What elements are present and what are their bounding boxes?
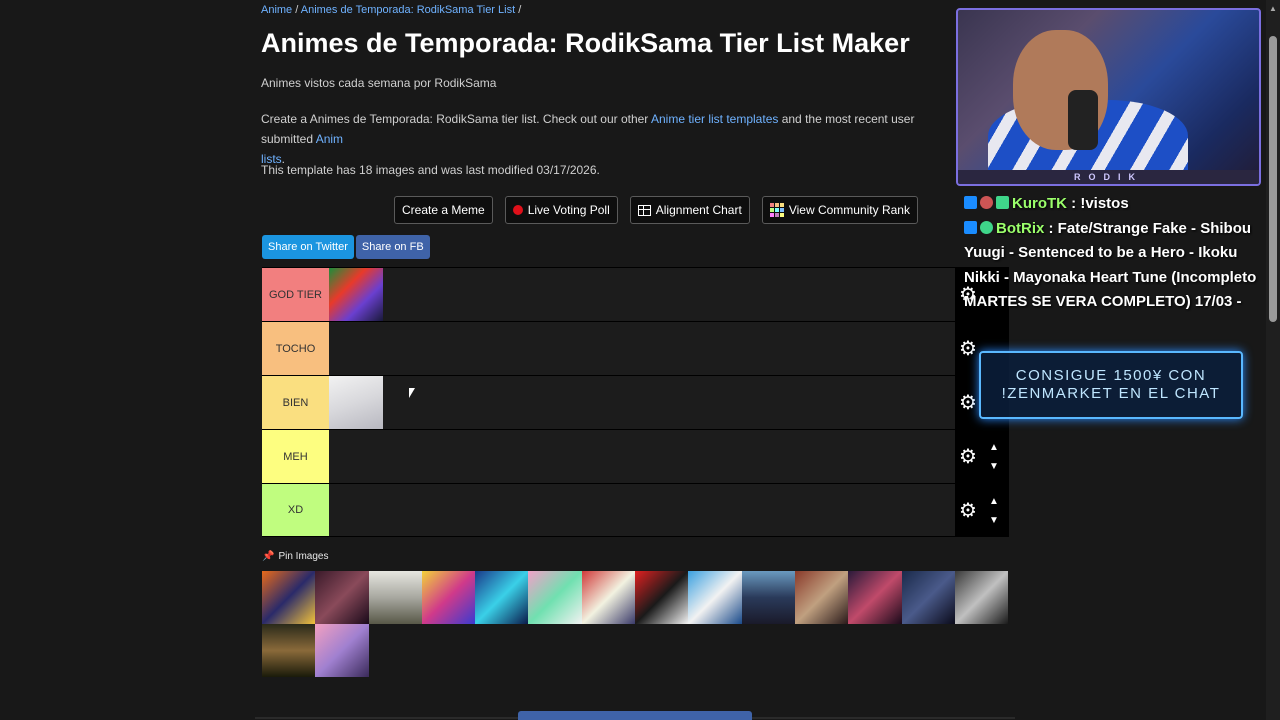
tier-items[interactable] [329, 430, 955, 483]
chevron-up-icon[interactable]: ▲ [989, 442, 999, 453]
footer-button[interactable] [518, 711, 752, 720]
pin-images-toggle[interactable]: 📌 Pin Images [262, 551, 328, 562]
tier-label[interactable]: BIEN [262, 376, 329, 429]
color-grid-icon [769, 203, 784, 217]
anime-thumbnail[interactable] [688, 571, 742, 624]
promo-banner: CONSIGUE 1500¥ CON !ZENMARKET EN EL CHAT [979, 351, 1243, 419]
scroll-thumb[interactable] [1269, 36, 1277, 322]
verified-icon [980, 220, 993, 234]
breadcrumb: Anime / Animes de Temporada: RodikSama T… [261, 4, 521, 16]
tier-items[interactable] [329, 376, 955, 429]
streamer-webcam: RODIK [956, 8, 1261, 186]
live-voting-poll-button[interactable]: Live Voting Poll [504, 196, 618, 224]
gear-icon[interactable]: ⚙ [959, 447, 979, 467]
chevron-down-icon[interactable]: ▼ [989, 515, 999, 526]
alignment-chart-button[interactable]: Alignment Chart [629, 196, 750, 224]
chevron-down-icon[interactable]: ▼ [989, 461, 999, 472]
badge-icon [996, 196, 1009, 209]
breadcrumb-separator: / [292, 4, 301, 16]
tier-label[interactable]: GOD TIER [262, 268, 329, 321]
chat-message: BotRix : Fate/Strange Fake - Shibou Yuug… [964, 217, 1264, 315]
grid-icon [637, 204, 651, 216]
tier-controls: ⚙ ▲ ▼ [955, 484, 1009, 536]
gear-icon[interactable]: ⚙ [959, 339, 979, 359]
create-meme-label: Create a Meme [402, 203, 485, 217]
action-row: Create a Meme Live Voting Poll Alignment… [394, 196, 918, 224]
tier-row: MEH ⚙ ▲ ▼ [262, 429, 1009, 483]
tier-table: GOD TIER ⚙ TOCHO ⚙ BIEN ⚙ MEH ⚙ ▲ ▼ XD ⚙… [262, 267, 1009, 537]
tier-items[interactable] [329, 322, 955, 375]
anime-thumbnail[interactable] [901, 571, 955, 624]
template-meta: This template has 18 images and was last… [261, 163, 600, 177]
anime-thumbnail[interactable] [954, 571, 1009, 624]
tier-row: GOD TIER ⚙ [262, 267, 1009, 321]
view-community-rank-button[interactable]: View Community Rank [761, 196, 918, 224]
tier-items[interactable] [329, 268, 955, 321]
promo-line: !ZENMARKET EN EL CHAT [1001, 385, 1221, 402]
tier-label[interactable]: XD [262, 484, 329, 536]
page-scrollbar[interactable]: ▲ [1266, 0, 1280, 720]
microphone-icon [1068, 90, 1098, 150]
anime-thumbnail[interactable] [329, 268, 383, 321]
mouse-cursor-icon [409, 388, 415, 398]
tier-row: TOCHO ⚙ [262, 321, 1009, 375]
desc-text: Create a Animes de Temporada: RodikSama … [261, 112, 651, 126]
badge-icon [964, 196, 977, 209]
page-description: Create a Animes de Temporada: RodikSama … [261, 109, 961, 169]
breadcrumb-anime-link[interactable]: Anime [261, 4, 292, 16]
chevron-up-icon[interactable]: ▲ [989, 496, 999, 507]
anime-thumbnail[interactable] [262, 571, 316, 624]
scroll-up-icon[interactable]: ▲ [1269, 4, 1277, 13]
breadcrumb-template-link[interactable]: Animes de Temporada: RodikSama Tier List [301, 4, 515, 16]
alignment-label: Alignment Chart [655, 203, 742, 217]
live-poll-label: Live Voting Poll [527, 203, 610, 217]
anime-templates-link[interactable]: Anime tier list templates [651, 112, 778, 126]
tier-label[interactable]: TOCHO [262, 322, 329, 375]
promo-line: CONSIGUE 1500¥ CON [1015, 367, 1207, 384]
anime-thumbnail[interactable] [528, 571, 582, 624]
tier-items[interactable] [329, 484, 955, 536]
anime-thumbnail[interactable] [635, 571, 689, 624]
anime-thumbnail[interactable] [794, 571, 849, 624]
chat-text: : !vistos [1067, 195, 1129, 212]
page-subtitle: Animes vistos cada semana por RodikSama [261, 76, 497, 90]
badge-icon [964, 220, 977, 234]
page-title: Animes de Temporada: RodikSama Tier List… [261, 28, 910, 58]
tier-label[interactable]: MEH [262, 430, 329, 483]
anime-thumbnail[interactable] [421, 571, 476, 624]
tier-row: XD ⚙ ▲ ▼ [262, 483, 1009, 537]
anime-thumbnail[interactable] [262, 624, 316, 677]
tier-controls: ⚙ ▲ ▼ [955, 430, 1009, 483]
live-dot-icon [512, 205, 523, 215]
anime-thumbnail[interactable] [315, 624, 369, 677]
anime-thumbnail[interactable] [475, 571, 529, 624]
tier-row: BIEN ⚙ [262, 375, 1009, 429]
create-meme-button[interactable]: Create a Meme [394, 196, 493, 224]
gear-icon[interactable]: ⚙ [959, 501, 979, 521]
share-row: Share on Twitter Share on FB [262, 235, 430, 259]
community-rank-label: View Community Rank [788, 203, 910, 217]
anime-thumbnail[interactable] [368, 571, 422, 624]
anime-thumbnail[interactable] [741, 571, 795, 624]
gear-icon[interactable]: ⚙ [959, 393, 979, 413]
move-arrows[interactable]: ▲ ▼ [987, 438, 1001, 476]
recent-anime-lists-link[interactable]: Anim [316, 132, 343, 146]
share-fb-button[interactable]: Share on FB [355, 235, 430, 259]
stream-chat-overlay: KuroTK : !vistos BotRix : Fate/Strange F… [964, 192, 1264, 315]
share-twitter-button[interactable]: Share on Twitter [262, 235, 354, 259]
image-pool [262, 571, 1009, 677]
chat-username: KuroTK [1012, 195, 1067, 212]
anime-thumbnail[interactable] [315, 571, 369, 624]
move-arrows[interactable]: ▲ ▼ [987, 492, 1001, 530]
chat-message: KuroTK : !vistos [964, 192, 1264, 217]
pin-icon: 📌 [262, 551, 275, 562]
chat-username: BotRix [996, 219, 1045, 237]
anime-thumbnail[interactable] [329, 376, 383, 429]
anime-thumbnail[interactable] [581, 571, 636, 624]
breadcrumb-separator: / [515, 4, 522, 16]
anime-thumbnail[interactable] [848, 571, 902, 624]
badge-icon [980, 196, 993, 209]
pin-images-label: Pin Images [278, 551, 329, 562]
webcam-name-plate: RODIK [958, 170, 1259, 184]
